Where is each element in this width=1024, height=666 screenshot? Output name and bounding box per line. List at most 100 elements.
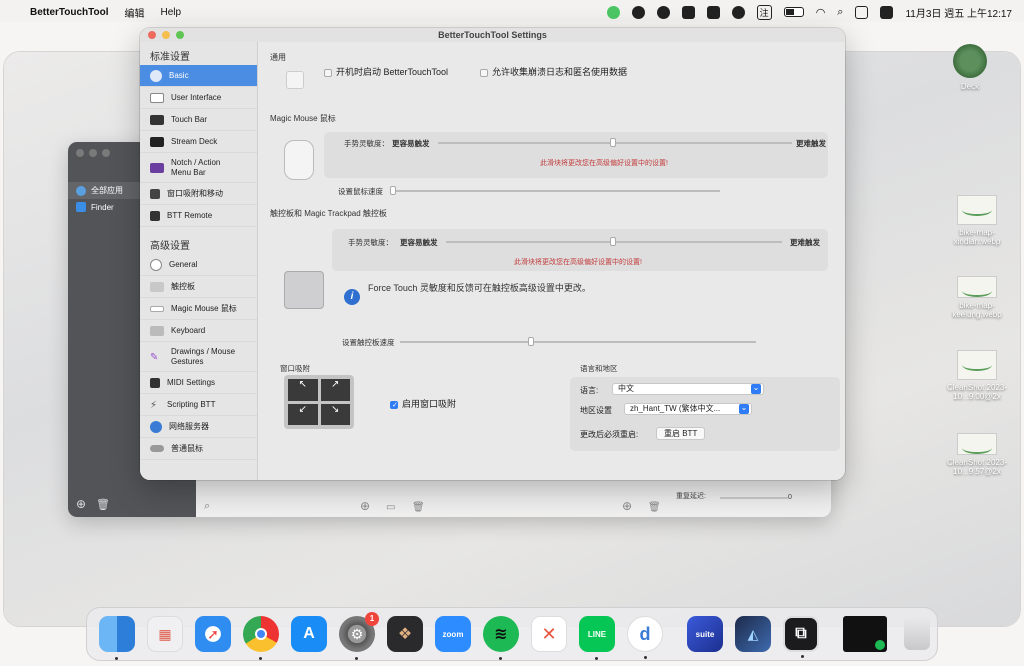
dock-safari[interactable]: ➚	[195, 616, 231, 652]
trash-icon[interactable]: 🗑	[412, 502, 425, 513]
desktop-icon-bike-xindian[interactable]: bike-map-xindian.webp	[938, 195, 1016, 246]
sidebar-item-general[interactable]: General	[140, 254, 257, 276]
info-icon[interactable]: i	[344, 289, 360, 305]
sidebar-section-standard: 标准设置	[150, 52, 190, 63]
dock-dictionary[interactable]: d	[627, 616, 663, 659]
input-method-indicator[interactable]: 注	[756, 4, 772, 20]
sidebar-item-btt-remote[interactable]: BTT Remote	[140, 205, 257, 227]
checkbox-label: 启用窗口吸附	[402, 399, 457, 409]
sidebar-item-normal-mouse[interactable]: 普通鼠标	[140, 438, 257, 460]
dock-zoom[interactable]: zoom	[435, 616, 471, 652]
bottom-row: 窗口吸附 ↖ ↗ ↙ ↘ 启用窗口吸附 语言和地区 语言: 中文 地区设置 zh…	[270, 361, 840, 451]
sidebar-item-label: Magic Mouse 鼠标	[171, 304, 237, 313]
sidebar-item-midi[interactable]: MIDI Settings	[140, 372, 257, 394]
battery-icon[interactable]	[783, 7, 804, 17]
sidebar-item-notch[interactable]: Notch / Action Menu Bar	[140, 153, 257, 183]
dock-chrome[interactable]	[243, 616, 279, 660]
sidebar-item-touch-bar[interactable]: Touch Bar	[140, 109, 257, 131]
midi-icon	[150, 377, 160, 388]
dock-terminal-window[interactable]	[843, 616, 887, 652]
dock: ▦ ➚ A ⚙ 1 ❖ zoom ≋ ✕ LINE d suite ◭ ⧉	[86, 607, 938, 661]
crash-logs-checkbox[interactable]: 允许收集崩溃日志和匿名使用数据	[480, 65, 627, 78]
sidebar-item-drawings[interactable]: ✎ Drawings / Mouse Gestures	[140, 342, 257, 372]
play-status-icon[interactable]	[731, 5, 745, 19]
enable-window-snapping-checkbox[interactable]: 启用窗口吸附	[390, 397, 456, 410]
sidebar-item-scripting[interactable]: ⚡ Scripting BTT	[140, 394, 257, 416]
dock-btt[interactable]: ⧉	[783, 616, 819, 658]
line-status-icon[interactable]	[606, 5, 620, 19]
close-button[interactable]	[76, 149, 84, 157]
add-trigger-icon[interactable]: ⊕	[360, 499, 370, 513]
spotify-icon: ≋	[494, 626, 508, 643]
desktop-icon-deck[interactable]: Deck	[945, 44, 995, 91]
mouse-speed-slider[interactable]	[390, 186, 720, 195]
dock-finder[interactable]	[99, 616, 135, 660]
desktop-icon-cleanshot-1[interactable]: CleanShot 2023-10...9.00@2x	[936, 350, 1018, 401]
slider-knob[interactable]	[528, 337, 534, 346]
dictionary-status-icon[interactable]	[631, 5, 645, 19]
search-icon[interactable]: ⌕	[204, 500, 210, 513]
slider-knob[interactable]	[610, 138, 616, 147]
dock-suite[interactable]: suite	[687, 616, 723, 652]
menu-edit[interactable]: 编辑	[125, 5, 145, 20]
magic-mouse-sensitivity-slider[interactable]	[438, 138, 792, 147]
dock-system-settings[interactable]: ⚙ 1	[339, 612, 379, 660]
control-center-icon[interactable]	[880, 5, 894, 19]
running-indicator	[115, 657, 118, 660]
sidebar-item-label: User Interface	[171, 93, 222, 102]
zoom-button[interactable]	[102, 149, 110, 157]
trash-icon[interactable]: 🗑	[648, 502, 661, 513]
script-icon: ⚡	[150, 399, 158, 411]
sidebar-item-magic-mouse[interactable]: Magic Mouse 鼠标	[140, 298, 257, 320]
desktop-icon-bike-keelung[interactable]: bike-map-keelung.webp	[938, 276, 1016, 319]
dock-trash[interactable]	[899, 616, 935, 652]
launch-at-login-checkbox[interactable]: 开机时启动 BetterTouchTool	[324, 65, 448, 78]
window-snap-icon	[150, 188, 160, 199]
sidebar-item-window-snapping[interactable]: 窗口吸附和移动	[140, 183, 257, 205]
sidebar-item-label: Drawings / Mouse Gestures	[171, 346, 236, 366]
add-action-icon[interactable]: ⊕	[622, 499, 632, 513]
dock-spotify[interactable]: ≋	[483, 616, 519, 660]
trackpad-speed-slider[interactable]	[400, 337, 756, 346]
dock-pasta[interactable]: ❖	[387, 616, 423, 652]
line-label: LINE	[587, 629, 607, 639]
dock-launchpad[interactable]: ▦	[147, 616, 183, 652]
sidebar-item-stream-deck[interactable]: Stream Deck	[140, 131, 257, 153]
menu-clock[interactable]: 11月3日 週五 上午12:17	[905, 5, 1012, 20]
dock-xmind[interactable]: ✕	[531, 616, 567, 652]
desktop-icon-label: Deck	[960, 82, 980, 91]
running-indicator	[355, 657, 358, 660]
minimize-button[interactable]	[89, 149, 97, 157]
menu-help[interactable]: Help	[161, 7, 182, 18]
magic-mouse-icon	[284, 140, 314, 180]
add-app-icon[interactable]: ⊕	[76, 497, 86, 511]
dock-app-store[interactable]: A	[291, 616, 327, 652]
language-select[interactable]: 中文	[612, 383, 764, 395]
slider-knob[interactable]	[610, 237, 616, 246]
slider-knob[interactable]	[390, 186, 396, 195]
restart-label: 更改后必须重启:	[580, 430, 639, 439]
sidebar-item-basic[interactable]: Basic	[140, 65, 257, 87]
folder-icon[interactable]: ▭	[386, 502, 395, 513]
sidebar-item-keyboard[interactable]: Keyboard	[140, 320, 257, 342]
trackpad-sensitivity-slider[interactable]	[446, 237, 782, 246]
sidebar-item-webserver[interactable]: 网络服务器	[140, 416, 257, 438]
restart-btt-button[interactable]: 重启 BTT	[656, 427, 706, 440]
repeat-delay-slider[interactable]	[720, 497, 788, 499]
dock-maps[interactable]: ◭	[735, 616, 771, 652]
sidebar-item-trackpad[interactable]: 触控板	[140, 276, 257, 298]
dropbox-status-icon[interactable]	[706, 5, 720, 19]
wifi-icon[interactable]: ◠	[816, 6, 826, 19]
easier-label: 更容易触发	[400, 238, 438, 247]
account-icon[interactable]	[855, 5, 869, 19]
desktop-icon-cleanshot-2[interactable]: CleanShot 2023-10...9.57@2x	[936, 433, 1018, 476]
trash-icon[interactable]: 🗑	[96, 498, 110, 511]
region-select[interactable]: zh_Hant_TW (繁体中文...	[624, 403, 752, 415]
dock-line[interactable]: LINE	[579, 616, 615, 660]
magic-mouse-section-title: Magic Mouse 鼠标	[270, 114, 336, 123]
menu-app-name[interactable]: BetterTouchTool	[30, 7, 109, 18]
search-icon[interactable]: ⌕	[837, 6, 843, 19]
pasta-status-icon[interactable]	[656, 5, 670, 19]
btt-status-icon[interactable]	[681, 5, 695, 19]
sidebar-item-user-interface[interactable]: User Interface	[140, 87, 257, 109]
